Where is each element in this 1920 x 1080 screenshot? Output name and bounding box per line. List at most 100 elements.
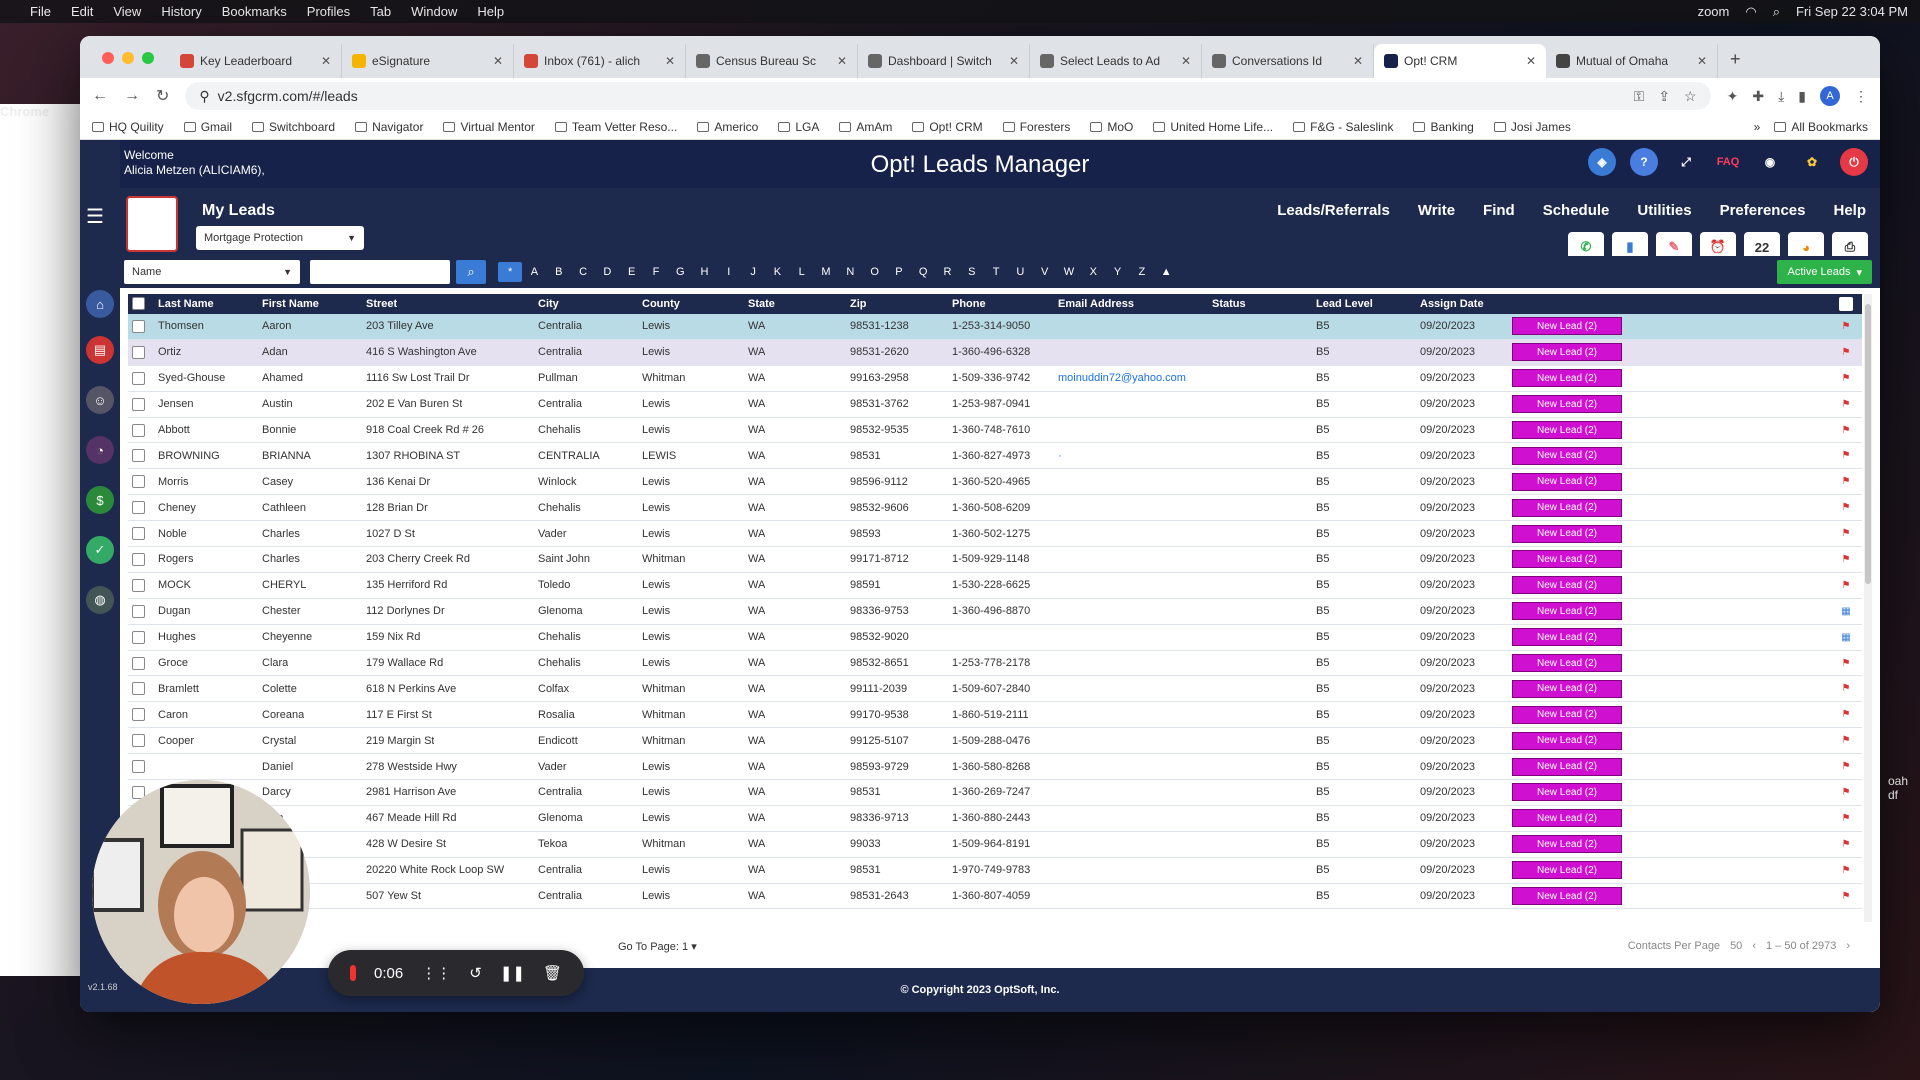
flag-icon[interactable]: ⚑ [1839,527,1853,541]
alpha-filter-item[interactable]: K [765,262,789,282]
grid-icon[interactable]: ⋮⋮ [421,964,451,982]
status-badge[interactable]: New Lead (2) [1512,524,1622,543]
column-header[interactable]: Email Address [1058,298,1134,310]
column-header[interactable]: Lead Level [1316,298,1373,310]
people-icon[interactable]: ☺ [86,386,114,414]
nav-find[interactable]: Find [1483,202,1515,219]
row-checkbox[interactable] [132,552,145,566]
status-badge[interactable]: New Lead (2) [1512,550,1622,569]
flag-icon[interactable]: ⚑ [1839,811,1853,825]
table-scrollbar[interactable] [1864,294,1872,922]
bookmark-star-icon[interactable]: ☆ [1684,88,1697,105]
flag-icon[interactable]: ⚑ [1839,734,1853,748]
status-badge[interactable]: New Lead (2) [1512,628,1622,647]
browser-tab[interactable]: Key Leaderboard ✕ [170,44,342,78]
alpha-filter-item[interactable]: S [960,262,984,282]
bookmark-item[interactable]: Switchboard [252,120,335,134]
menu-item[interactable]: History [161,4,201,19]
contacts-per-page-select[interactable]: 50 [1730,940,1742,952]
download-icon[interactable]: ⤓ [1778,88,1784,105]
alpha-filter-item[interactable]: M [814,262,838,282]
bookmark-item[interactable]: Gmail [183,120,232,134]
flag-icon[interactable]: ⚑ [1839,682,1853,696]
row-checkbox[interactable] [132,449,145,463]
status-badge[interactable]: New Lead (2) [1512,446,1622,465]
globe-icon[interactable]: ◍ [86,586,114,614]
flag-icon[interactable]: ⚑ [1839,837,1853,851]
alpha-filter-item[interactable]: P [887,262,911,282]
table-row[interactable]: Dugan Chester 112 Dorlynes Dr Glenoma Lewis W… [128,599,1862,625]
kebab-menu-icon[interactable]: ⋮ [1854,88,1868,105]
table-row[interactable]: Noble Charles 1027 D St Vader Lewis WA 98593 1-… [128,521,1862,548]
nav-help[interactable]: Help [1833,202,1866,219]
status-badge[interactable]: New Lead (2) [1512,395,1622,414]
table-row[interactable]: vid428 W Desire StTekoaWhitmanWA990331-5… [128,832,1862,858]
select-all-checkbox[interactable] [132,297,145,310]
bookmark-item[interactable]: Virtual Mentor [443,120,535,134]
row-checkbox[interactable] [132,345,145,359]
alpha-filter-item[interactable]: Z [1130,262,1154,282]
pause-icon[interactable]: ❚❚ [500,964,525,982]
close-tab-icon[interactable]: ✕ [1353,54,1363,68]
bookmark-item[interactable]: Americo [697,120,758,134]
nav-preferences[interactable]: Preferences [1720,202,1806,219]
row-checkbox[interactable] [132,682,145,696]
row-checkbox[interactable] [132,501,145,515]
extension-icon[interactable]: ✦ [1727,88,1739,105]
flag-icon[interactable]: ⚑ [1839,760,1853,774]
restart-icon[interactable]: ↺ [469,964,482,982]
alpha-filter-item[interactable]: N [838,262,862,282]
check-icon[interactable]: ✓ [86,536,114,564]
status-badge[interactable]: New Lead (2) [1512,705,1622,724]
row-checkbox[interactable] [132,604,145,618]
row-checkbox[interactable] [132,371,145,385]
alpha-filter-item[interactable]: ▲ [1154,262,1178,282]
help-icon[interactable]: ? [1630,148,1658,176]
table-row[interactable]: Rogers Charles 203 Cherry Creek Rd Saint Jo… [128,547,1862,573]
status-badge[interactable]: New Lead (2) [1512,679,1622,698]
status-badge[interactable]: New Lead (2) [1512,576,1622,595]
row-checkbox[interactable] [132,578,145,592]
alpha-filter-item[interactable]: V [1033,262,1057,282]
zoom-status[interactable]: zoom [1698,4,1730,19]
flag-icon[interactable]: ⚑ [1839,501,1853,515]
flag-icon[interactable]: ⚑ [1839,863,1853,877]
bookmark-item[interactable]: HQ Quility [92,120,164,134]
row-checkbox[interactable] [132,527,145,541]
nav-utilities[interactable]: Utilities [1637,202,1691,219]
alpha-filter-item[interactable]: Y [1105,262,1129,282]
table-row[interactable]: Caron Coreana 117 E First St Rosalia Whitman… [128,702,1862,729]
table-row[interactable]: Bramlett Colette 618 N Perkins Ave Colfax Wh… [128,676,1862,703]
row-checkbox[interactable] [132,656,145,670]
close-tab-icon[interactable]: ✕ [837,54,847,68]
table-row[interactable]: Darcy 2981 Harrison Ave Centralia Lewis WA 98… [128,780,1862,806]
menu-item[interactable]: Window [411,4,457,19]
chart-icon[interactable]: ◔ [86,436,114,464]
table-row[interactable]: Cheney Cathleen 128 Brian Dr Chehalis Lewis W… [128,495,1862,522]
table-row[interactable]: an507 Yew StCentraliaLewisWA98531-26431-… [128,884,1862,910]
close-tab-icon[interactable]: ✕ [1009,54,1019,68]
row-checkbox[interactable] [132,397,145,411]
bookmark-item[interactable]: Josi James [1493,120,1571,134]
status-badge[interactable]: New Lead (2) [1512,731,1622,750]
sidepanel-icon[interactable]: ▮ [1798,88,1806,105]
table-row[interactable]: Daniel 278 Westside Hwy Vader Lewis WA 98593-… [128,754,1862,781]
flag-icon[interactable]: ⚑ [1839,656,1853,670]
close-window-button[interactable] [102,52,114,64]
bookmark-item[interactable]: Banking [1413,120,1474,134]
bookmark-item[interactable]: United Home Life... [1153,120,1273,134]
dollar-icon[interactable]: $ [86,486,114,514]
table-row[interactable]: Jensen Austin 202 E Van Buren St Centralia L… [128,392,1862,418]
alpha-filter-item[interactable]: C [571,262,595,282]
calendar-icon[interactable]: ▤ [86,336,114,364]
flag-icon[interactable]: ⚑ [1839,708,1853,722]
status-badge[interactable]: New Lead (2) [1512,783,1622,802]
status-badge[interactable]: New Lead (2) [1512,809,1622,828]
profile-avatar[interactable]: A [1820,86,1840,106]
hamburger-menu-icon[interactable]: ☰ [86,204,104,229]
minimize-window-button[interactable] [122,52,134,64]
alpha-filter-item[interactable]: H [692,262,716,282]
browser-tab[interactable]: Select Leads to Ad ✕ [1030,44,1202,78]
row-checkbox[interactable] [132,423,145,437]
puzzle-icon[interactable]: ✚ [1752,88,1764,105]
